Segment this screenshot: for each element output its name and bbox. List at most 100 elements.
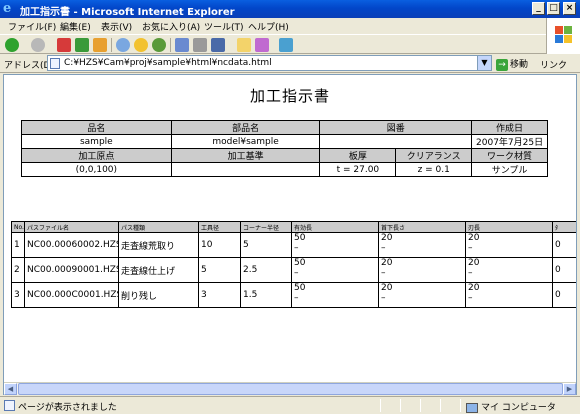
zone-label: マイ コンピュータ [481, 403, 556, 413]
links-button[interactable]: リンク [540, 58, 567, 71]
title-bar: e 加工指示書 - Microsoft Internet Explorer _ … [0, 0, 580, 18]
refresh-icon[interactable] [75, 38, 89, 52]
cell-effective-length: 50– [291, 282, 379, 308]
status-separator [420, 399, 421, 412]
menu-favorites[interactable]: お気に入り(A) [142, 20, 200, 33]
table-row: 1 NC00.00060002.HZS 走査線荒取り 10 5 50– 20– … [11, 232, 576, 258]
maximize-button[interactable]: □ [547, 2, 560, 15]
value-clearance: z = 0.1 [395, 162, 473, 177]
header-table: 品名 部品名 図番 作成日 sample model¥sample 2007年7… [21, 120, 548, 177]
horizontal-scrollbar[interactable]: ◀ ▶ [4, 382, 576, 395]
cell-no: 2 [11, 257, 25, 283]
content-area: 加工指示書 品名 部品名 図番 作成日 sample model¥sample … [3, 74, 577, 395]
cell-truncated: 0 [552, 257, 576, 283]
value-sakuseibi: 2007年7月25日 [471, 134, 548, 149]
value-hinmei: sample [21, 134, 172, 149]
cell-blade-length: 20– [465, 257, 553, 283]
address-url[interactable]: C:¥HZS¥Cam¥proj¥sample¥html¥ncdata.html [64, 58, 272, 68]
col-blade-length: 刃長 [465, 221, 553, 233]
menu-view[interactable]: 表示(V) [101, 20, 132, 33]
cell-neck-length: 20– [378, 232, 466, 258]
col-path-file: パスファイル名 [24, 221, 119, 233]
cell-path-type: 走査線仕上げ [118, 257, 199, 283]
label-genten: 加工原点 [21, 148, 172, 163]
table-row: 3 NC00.000C0001.HZS 削り残し 3 1.5 50– 20– 2… [11, 282, 576, 308]
status-separator [440, 399, 441, 412]
menu-edit[interactable]: 編集(E) [60, 20, 91, 33]
cell-blade-length: 20– [465, 232, 553, 258]
cell-corner-radius: 1.5 [240, 282, 292, 308]
home-icon[interactable] [93, 38, 107, 52]
address-dropdown-icon[interactable]: ▼ [477, 56, 491, 70]
internet-explorer-icon: e [3, 1, 12, 16]
messenger-icon[interactable] [279, 38, 293, 52]
label-hinmei: 品名 [21, 120, 172, 135]
col-truncated: ﾀ [552, 221, 576, 233]
menu-tools[interactable]: ツール(T) [204, 20, 244, 33]
table-row: 2 NC00.00090001.HZS 走査線仕上げ 5 2.5 50– 20–… [11, 257, 576, 283]
favorites-icon[interactable] [134, 38, 148, 52]
label-sakuseibi: 作成日 [471, 120, 548, 135]
toolbar-separator [170, 38, 171, 52]
go-label: 移動 [510, 60, 529, 70]
discuss-icon[interactable] [237, 38, 251, 52]
cell-truncated: 0 [552, 282, 576, 308]
value-kijun [170, 162, 321, 177]
forward-icon[interactable] [31, 38, 45, 52]
menu-bar: ファイル(F) 編集(E) 表示(V) お気に入り(A) ツール(T) ヘルプ(… [0, 18, 580, 34]
label-itaatsu: 板厚 [319, 148, 397, 163]
menu-file[interactable]: ファイル(F) [8, 20, 56, 33]
minimize-button[interactable]: _ [532, 2, 545, 15]
scroll-thumb[interactable] [18, 383, 563, 395]
cell-blade-length: 20– [465, 282, 553, 308]
menu-help[interactable]: ヘルプ(H) [248, 20, 289, 33]
close-button[interactable]: × [563, 2, 576, 15]
label-work-material: ワーク材質 [471, 148, 548, 163]
address-input[interactable]: C:¥HZS¥Cam¥proj¥sample¥html¥ncdata.html … [47, 55, 492, 71]
page-title: 加工指示書 [249, 87, 330, 105]
status-separator [460, 399, 461, 412]
page-icon [50, 58, 60, 69]
window-title: 加工指示書 - Microsoft Internet Explorer [20, 7, 235, 18]
col-no: No. [11, 221, 25, 233]
address-bar: アドレス(D) C:¥HZS¥Cam¥proj¥sample¥html¥ncda… [0, 54, 580, 73]
stop-icon[interactable] [57, 38, 71, 52]
cell-no: 1 [11, 232, 25, 258]
col-neck-length: 首下長さ [378, 221, 466, 233]
status-text: ページが表示されました [18, 403, 117, 413]
cell-path-file: NC00.00090001.HZS [24, 257, 119, 283]
toolbar [0, 34, 546, 54]
cell-no: 3 [11, 282, 25, 308]
history-icon[interactable] [152, 38, 166, 52]
print-icon[interactable] [193, 38, 207, 52]
search-icon[interactable] [116, 38, 130, 52]
scroll-left-icon[interactable]: ◀ [4, 383, 17, 395]
label-zuban: 図番 [319, 120, 473, 135]
value-itaatsu: t = 27.00 [319, 162, 397, 177]
cell-path-type: 削り残し [118, 282, 199, 308]
label-buhinmei: 部品名 [170, 120, 321, 135]
scroll-right-icon[interactable]: ▶ [563, 383, 576, 395]
cell-tool-diameter: 5 [198, 257, 241, 283]
label-kijun: 加工基準 [170, 148, 321, 163]
cell-neck-length: 20– [378, 282, 466, 308]
col-corner-radius: コーナー半径 [240, 221, 292, 233]
cell-tool-diameter: 10 [198, 232, 241, 258]
go-arrow-icon: → [496, 58, 508, 71]
cell-effective-length: 50– [291, 257, 379, 283]
go-button[interactable]: → 移動 [496, 57, 528, 71]
toolbar-separator [111, 38, 112, 52]
status-separator [380, 399, 381, 412]
mail-icon[interactable] [175, 38, 189, 52]
value-work-material: サンプル [471, 162, 548, 177]
cell-corner-radius: 2.5 [240, 257, 292, 283]
security-zone: マイ コンピュータ [466, 400, 556, 413]
col-tool-diameter: 工具径 [198, 221, 241, 233]
research-icon[interactable] [255, 38, 269, 52]
cell-tool-diameter: 3 [198, 282, 241, 308]
back-icon[interactable] [5, 38, 19, 52]
page-done-icon [4, 400, 15, 411]
cell-neck-length: 20– [378, 257, 466, 283]
edit-icon[interactable] [211, 38, 225, 52]
computer-icon [466, 402, 478, 413]
